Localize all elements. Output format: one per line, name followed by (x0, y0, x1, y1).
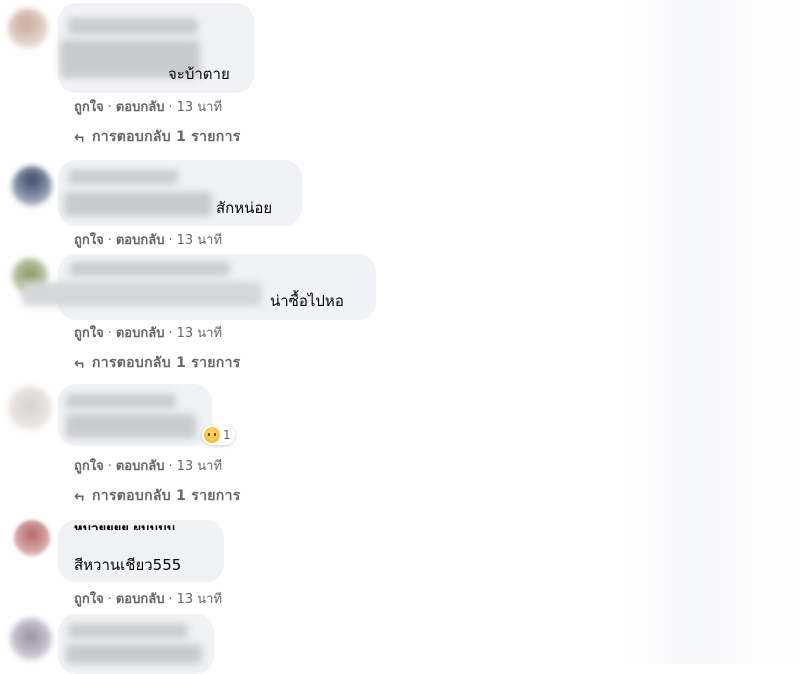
like-button[interactable]: ถูกใจ (74, 459, 104, 474)
avatar[interactable] (8, 386, 52, 430)
blurred-comment-text (66, 644, 202, 664)
timestamp[interactable]: 13 นาที (177, 233, 222, 248)
comment-text: จะบ้าตาย (168, 65, 230, 83)
separator: · (168, 459, 173, 474)
like-button[interactable]: ถูกใจ (74, 233, 104, 248)
separator: · (107, 326, 112, 341)
timestamp[interactable]: 13 นาที (177, 100, 222, 115)
blurred-author-name (68, 624, 188, 638)
blurred-comment-text (22, 282, 262, 306)
blurred-author-name (68, 170, 178, 184)
separator: · (107, 233, 112, 248)
comment-text: สักหน่อย (216, 199, 273, 217)
blurred-comment-text (66, 414, 196, 438)
comment-actions: ถูกใจ · ตอบกลับ · 13 นาที (74, 588, 222, 609)
reply-button[interactable]: ตอบกลับ (116, 459, 165, 474)
like-button[interactable]: ถูกใจ (74, 592, 104, 607)
reply-arrow-icon: ↵ (74, 129, 87, 145)
reply-arrow-icon: ↵ (74, 488, 87, 504)
avatar[interactable] (10, 618, 52, 660)
blurred-author-name (68, 18, 198, 34)
blurred-author-name (70, 262, 230, 276)
reply-button[interactable]: ตอบกลับ (116, 233, 165, 248)
replies-label: การตอบกลับ 1 รายการ (92, 129, 241, 145)
separator: · (107, 459, 112, 474)
reply-button[interactable]: ตอบกลับ (116, 100, 165, 115)
reply-button[interactable]: ตอบกลับ (116, 592, 165, 607)
reaction-badge[interactable]: 1 (202, 425, 235, 445)
like-button[interactable]: ถูกใจ (74, 326, 104, 341)
reaction-count: 1 (223, 428, 231, 442)
timestamp[interactable]: 13 นาที (177, 592, 222, 607)
comment-actions: ถูกใจ · ตอบกลับ · 13 นาที (74, 229, 222, 250)
avatar[interactable] (8, 8, 48, 48)
separator: · (107, 100, 112, 115)
timestamp[interactable]: 13 นาที (177, 459, 222, 474)
reply-arrow-icon: ↵ (74, 355, 87, 371)
comment-actions: ถูกใจ · ตอบกลับ · 13 นาที (74, 96, 222, 117)
separator: · (168, 100, 173, 115)
separator: · (107, 592, 112, 607)
comment-text: สีหวานเชียว555 (74, 556, 182, 574)
separator: · (168, 592, 173, 607)
avatar[interactable] (14, 520, 50, 556)
page-background-right (620, 0, 800, 664)
replies-label: การตอบกลับ 1 รายการ (92, 355, 241, 371)
blurred-author-name (66, 394, 176, 408)
view-replies-link[interactable]: ↵ การตอบกลับ 1 รายการ (74, 126, 241, 148)
reply-button[interactable]: ตอบกลับ (116, 326, 165, 341)
comment-actions: ถูกใจ · ตอบกลับ · 13 นาที (74, 322, 222, 343)
comment-text: น่าซื้อไปหอ (270, 292, 344, 310)
like-button[interactable]: ถูกใจ (74, 100, 104, 115)
blurred-comment-text (64, 192, 212, 216)
view-replies-link[interactable]: ↵ การตอบกลับ 1 รายการ (74, 352, 241, 374)
view-replies-link[interactable]: ↵ การตอบกลับ 1 รายการ (74, 485, 241, 507)
comment-actions: ถูกใจ · ตอบกลับ · 13 นาที (74, 455, 222, 476)
timestamp[interactable]: 13 นาที (177, 326, 222, 341)
separator: · (168, 326, 173, 341)
replies-label: การตอบกลับ 1 รายการ (92, 488, 241, 504)
comment-author[interactable]: หมวยยยย ผมมมม (74, 518, 175, 530)
sad-reaction-icon (204, 427, 220, 443)
separator: · (168, 233, 173, 248)
avatar[interactable] (12, 166, 52, 206)
